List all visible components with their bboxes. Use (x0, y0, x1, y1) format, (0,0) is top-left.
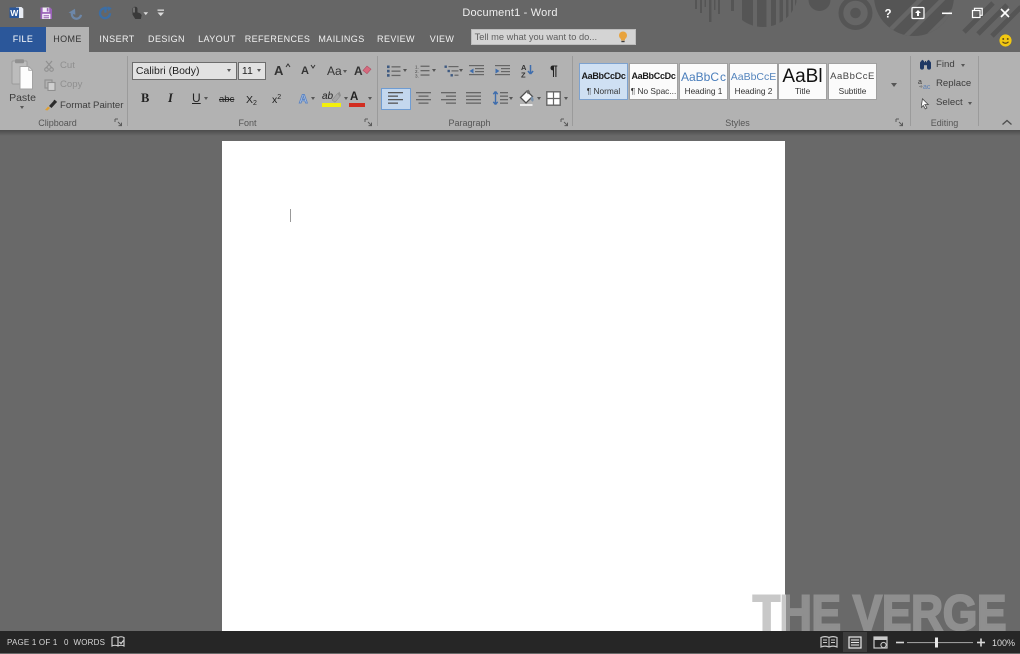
svg-text:W: W (10, 8, 19, 18)
svg-text:100%: 100% (992, 638, 1015, 648)
svg-text:ac: ac (923, 84, 931, 90)
svg-text:?: ? (885, 9, 892, 21)
svg-text:a: a (918, 79, 922, 86)
svg-text:3.: 3. (415, 73, 419, 78)
svg-text:Z: Z (521, 71, 526, 79)
